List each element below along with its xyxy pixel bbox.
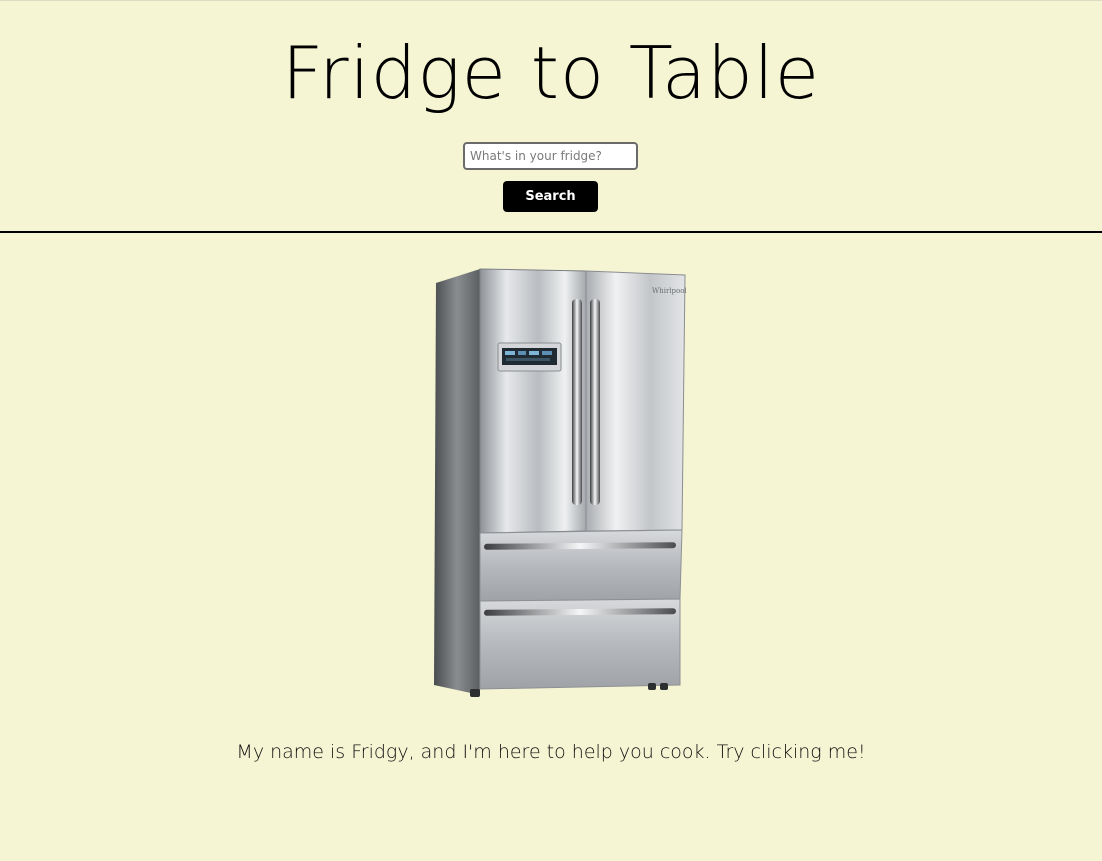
svg-text:Whirlpool: Whirlpool bbox=[652, 287, 687, 295]
main-content: Whirlpool My name is Fridgy, and I'm her… bbox=[0, 233, 1102, 861]
page-title: Fridge to Table bbox=[281, 31, 821, 115]
fridgy-caption: My name is Fridgy, and I'm here to help … bbox=[236, 741, 866, 763]
search-input[interactable] bbox=[463, 142, 638, 170]
site-header: Fridge to Table Search bbox=[0, 1, 1102, 233]
search-button[interactable]: Search bbox=[503, 181, 598, 212]
page: Fridge to Table Search bbox=[0, 0, 1102, 861]
refrigerator-icon[interactable]: Whirlpool bbox=[430, 265, 688, 699]
